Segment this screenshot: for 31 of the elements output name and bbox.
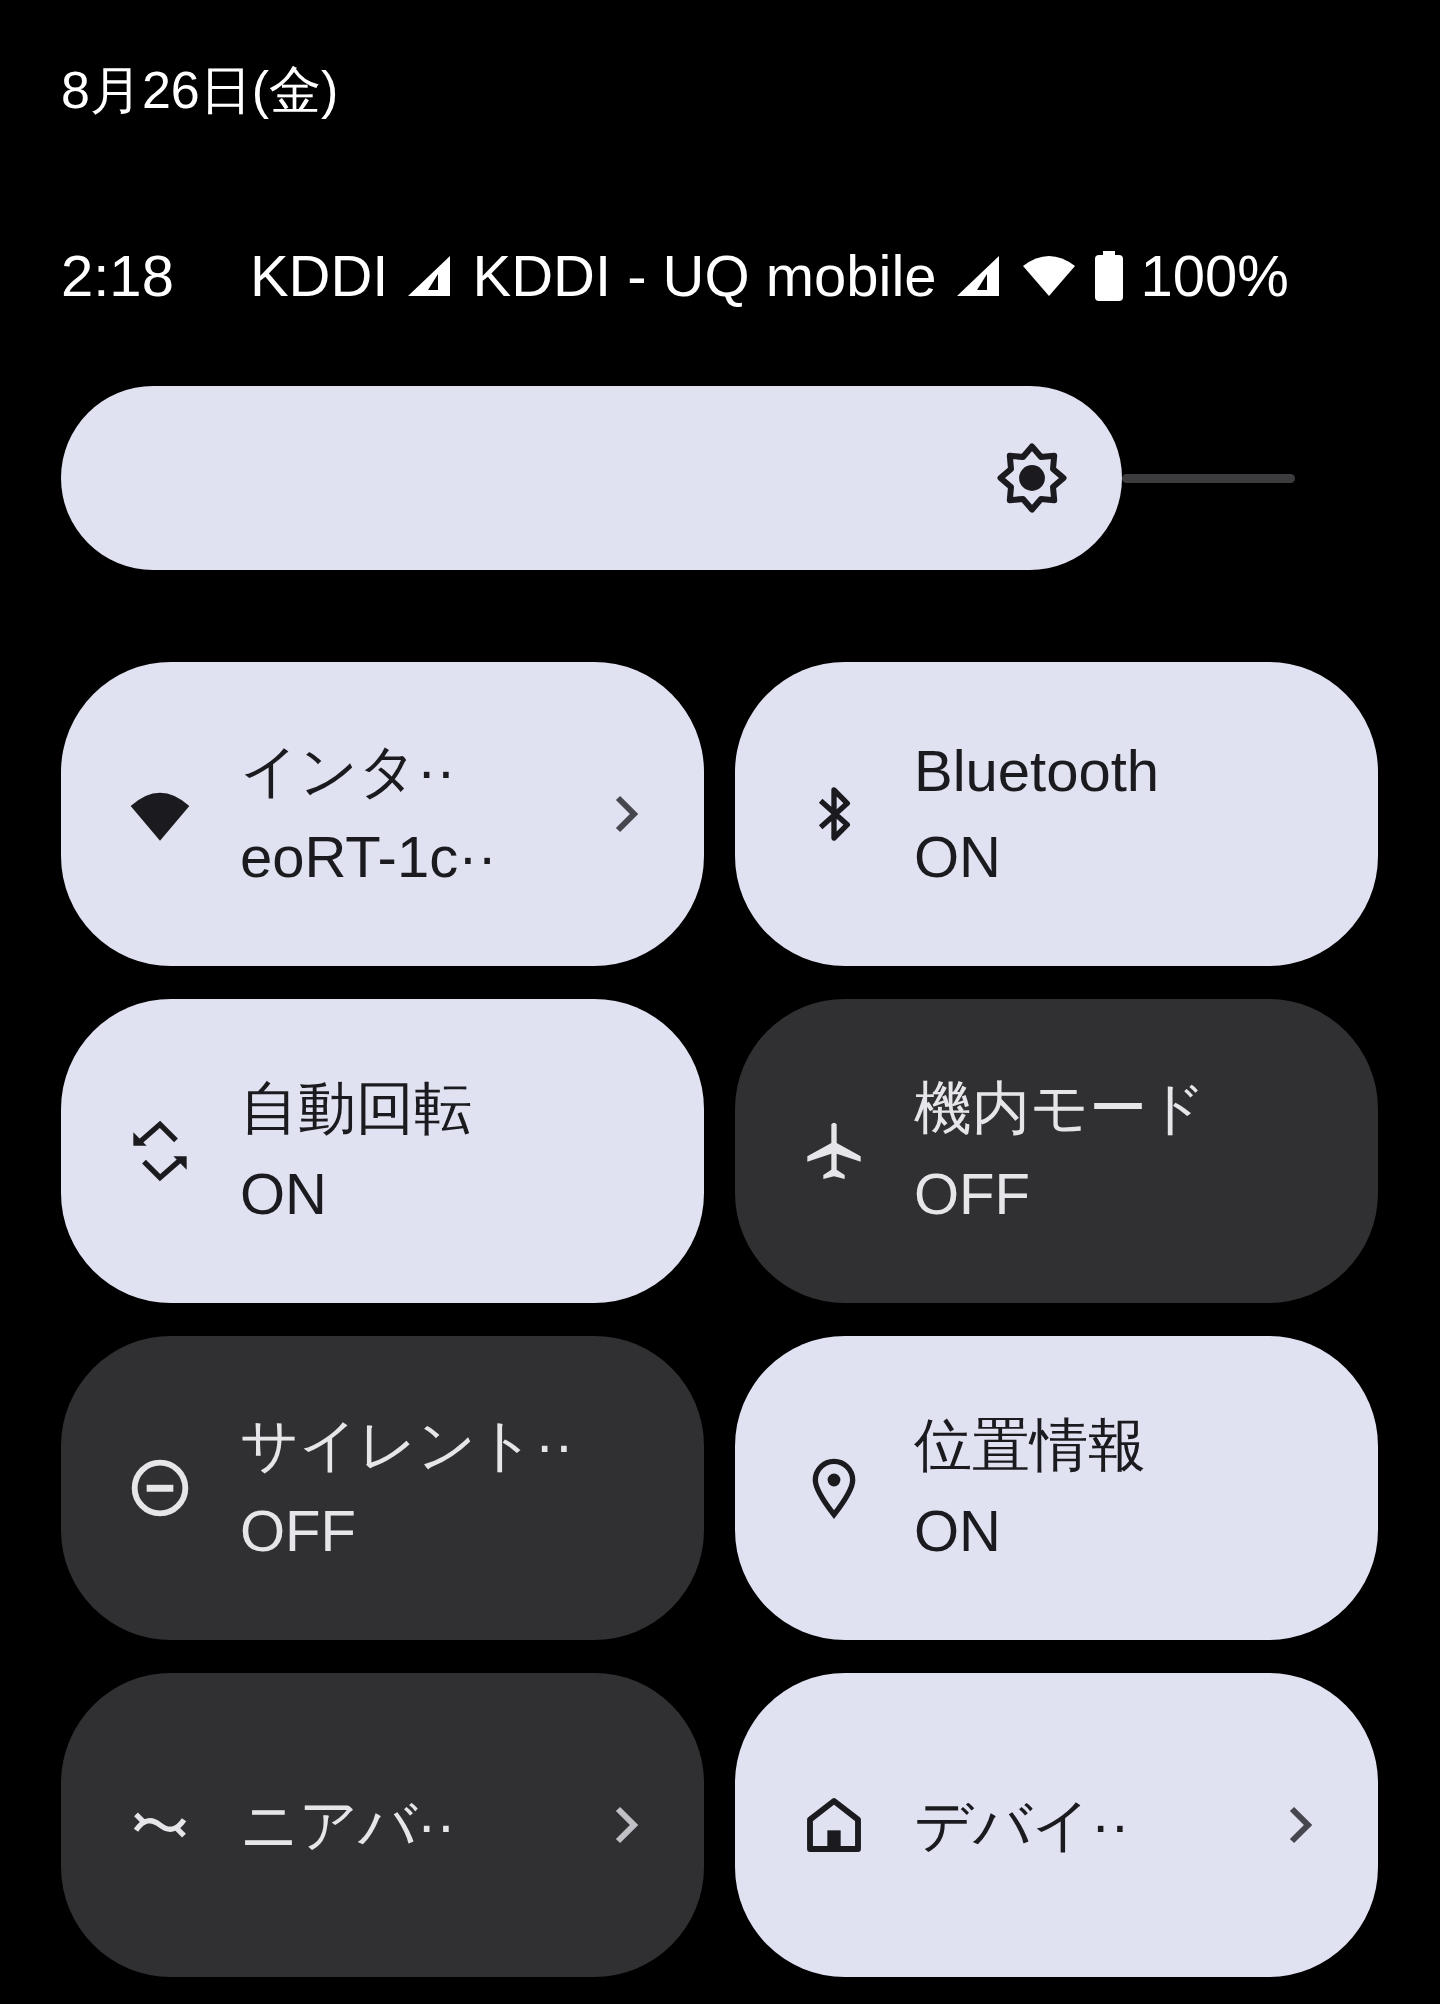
quick-settings-tile[interactable]: インタ·· eoRT-1c·· [61, 662, 704, 966]
quick-settings-tile[interactable]: ニアバ·· [61, 1673, 704, 1977]
tile-title: 機内モード [914, 1074, 1206, 1142]
quick-settings-tile[interactable]: 機内モード OFF [735, 999, 1378, 1303]
tile-title: Bluetooth [914, 737, 1160, 805]
tile-title: デバイ·· [914, 1791, 1130, 1859]
wifi-icon [1020, 254, 1077, 298]
date: 8月26日(金) [61, 61, 339, 119]
tile-title: インタ·· [240, 737, 457, 805]
quick-settings-tile[interactable]: 位置情報 ON [735, 1336, 1378, 1640]
tile-title: 位置情報 [914, 1411, 1146, 1479]
tile-subtitle: ON [914, 1497, 1002, 1565]
clock-time: 2:18 [61, 242, 174, 310]
battery-percent: 100% [1140, 242, 1289, 310]
tile-title: 自動回転 [240, 1074, 472, 1142]
quick-settings-tile[interactable]: 自動回転 ON [61, 999, 704, 1303]
quick-settings-tile[interactable]: Bluetooth ON [735, 662, 1378, 966]
battery-icon [1094, 251, 1123, 301]
quick-settings-tile[interactable]: デバイ·· [735, 1673, 1378, 1977]
carrier-name: KDDI - UQ mobile [472, 242, 937, 310]
tile-title: ニアバ·· [240, 1791, 456, 1859]
tile-subtitle: OFF [914, 1160, 1031, 1228]
tile-subtitle: ON [914, 823, 1002, 891]
carrier-name: KDDI [249, 242, 389, 310]
tile-subtitle: OFF [240, 1497, 357, 1565]
tile-subtitle: ON [240, 1160, 328, 1228]
tile-subtitle: eoRT-1c·· [240, 823, 497, 891]
brightness-slider-track[interactable] [1122, 474, 1295, 483]
brightness-icon [996, 442, 1069, 514]
tile-title: サイレント·· [240, 1411, 574, 1479]
quick-settings-tile[interactable]: サイレント·· OFF [61, 1336, 704, 1640]
